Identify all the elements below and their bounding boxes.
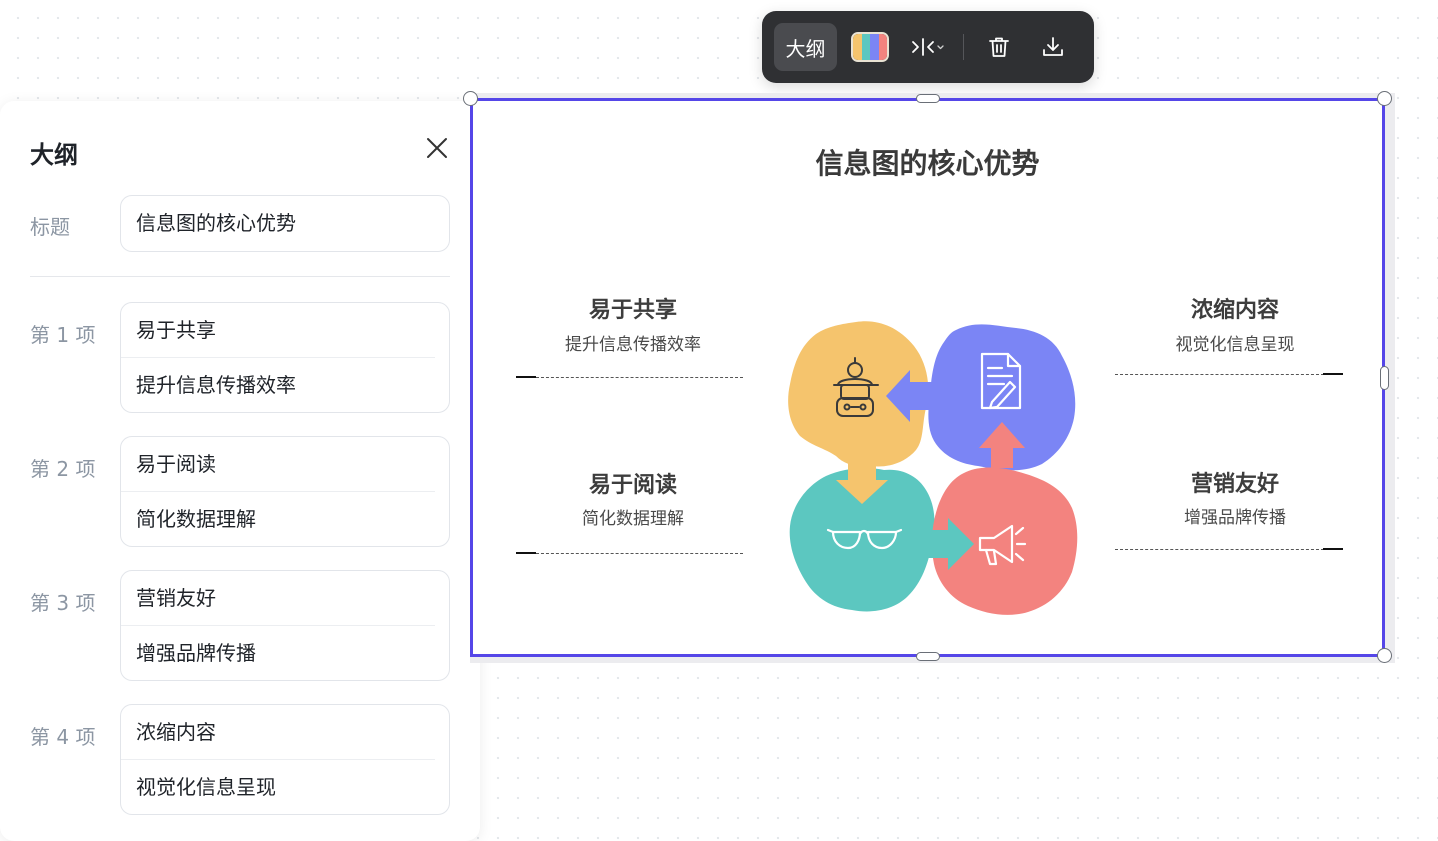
item-3-title-input[interactable]: 营销友好 — [121, 571, 449, 625]
close-icon[interactable] — [424, 135, 450, 161]
item-1-desc-input[interactable]: 提升信息传播效率 — [121, 357, 435, 412]
share-line-cap — [516, 376, 536, 378]
resize-handle-right[interactable] — [1380, 366, 1389, 390]
item-4-title-input[interactable]: 浓缩内容 — [121, 705, 449, 759]
resize-handle-top-left[interactable] — [463, 91, 478, 106]
download-icon — [1043, 37, 1063, 56]
download-button[interactable] — [1028, 23, 1078, 71]
flip-layout-icon — [912, 38, 944, 56]
item-3-fields: 营销友好 增强品牌传播 — [120, 570, 450, 681]
item-2-fields: 易于阅读 简化数据理解 — [120, 436, 450, 547]
panel-divider — [30, 276, 450, 277]
marketing-line-cap — [1323, 548, 1343, 550]
outline-button[interactable]: 大纲 — [774, 23, 837, 71]
infographic-title: 信息图的核心优势 — [815, 147, 1040, 180]
toolbar-separator — [963, 34, 964, 60]
condense-title: 浓缩内容 — [1190, 298, 1279, 323]
item-1-fields: 易于共享 提升信息传播效率 — [120, 302, 450, 413]
resize-handle-top-right[interactable] — [1377, 91, 1392, 106]
title-input-value[interactable]: 信息图的核心优势 — [121, 196, 449, 251]
share-desc: 提升信息传播效率 — [565, 335, 701, 355]
title-row-label: 标题 — [30, 215, 70, 239]
marketing-desc: 增强品牌传播 — [1184, 508, 1286, 528]
read-line-cap — [516, 552, 536, 554]
palette-color-4 — [878, 34, 887, 60]
layout-flip-button[interactable] — [903, 23, 953, 71]
blob-cluster — [788, 321, 1078, 615]
item-1-title-input[interactable]: 易于共享 — [121, 303, 449, 357]
palette-swatch-icon — [851, 32, 889, 62]
color-palette-button[interactable] — [841, 23, 899, 71]
condense-dashed-line — [1115, 374, 1324, 375]
condense-line-cap — [1323, 373, 1343, 375]
item-1-label: 第 1 项 — [30, 323, 96, 347]
panel-title: 大纲 — [30, 141, 78, 169]
item-2-desc-input[interactable]: 简化数据理解 — [121, 491, 435, 546]
palette-color-3 — [870, 34, 879, 60]
marketing-title: 营销友好 — [1190, 472, 1279, 497]
trash-icon — [989, 37, 1009, 57]
read-title: 易于阅读 — [588, 473, 677, 498]
outline-panel: 大纲 标题 信息图的核心优势 第 1 项 易于共享 提升信息传播效率 第 2 项… — [0, 101, 480, 841]
palette-color-1 — [853, 34, 862, 60]
item-4-desc-input[interactable]: 视觉化信息呈现 — [121, 759, 435, 814]
share-dashed-line — [536, 377, 743, 378]
title-input[interactable]: 信息图的核心优势 — [120, 195, 450, 252]
share-title: 易于共享 — [588, 298, 677, 323]
resize-handle-bottom-right[interactable] — [1377, 648, 1392, 663]
outline-button-label: 大纲 — [785, 36, 826, 61]
delete-button[interactable] — [974, 23, 1024, 71]
resize-handle-bottom[interactable] — [916, 652, 940, 661]
resize-handle-top[interactable] — [916, 94, 940, 103]
marketing-dashed-line — [1115, 549, 1324, 550]
palette-color-2 — [861, 34, 870, 60]
read-dashed-line — [536, 553, 743, 554]
item-2-title-input[interactable]: 易于阅读 — [121, 437, 449, 491]
infographic-canvas[interactable]: 信息图的核心优势 易于共享 提升信息传播效率 易于阅读 简化数据理解 浓缩内容 … — [470, 98, 1385, 657]
item-3-desc-input[interactable]: 增强品牌传播 — [121, 625, 435, 680]
item-2-label: 第 2 项 — [30, 457, 96, 481]
read-desc: 简化数据理解 — [582, 509, 684, 529]
item-4-fields: 浓缩内容 视觉化信息呈现 — [120, 704, 450, 815]
condense-desc: 视觉化信息呈现 — [1175, 335, 1295, 355]
floating-toolbar: 大纲 — [762, 11, 1094, 83]
item-4-label: 第 4 项 — [30, 725, 96, 749]
item-3-label: 第 3 项 — [30, 591, 96, 615]
